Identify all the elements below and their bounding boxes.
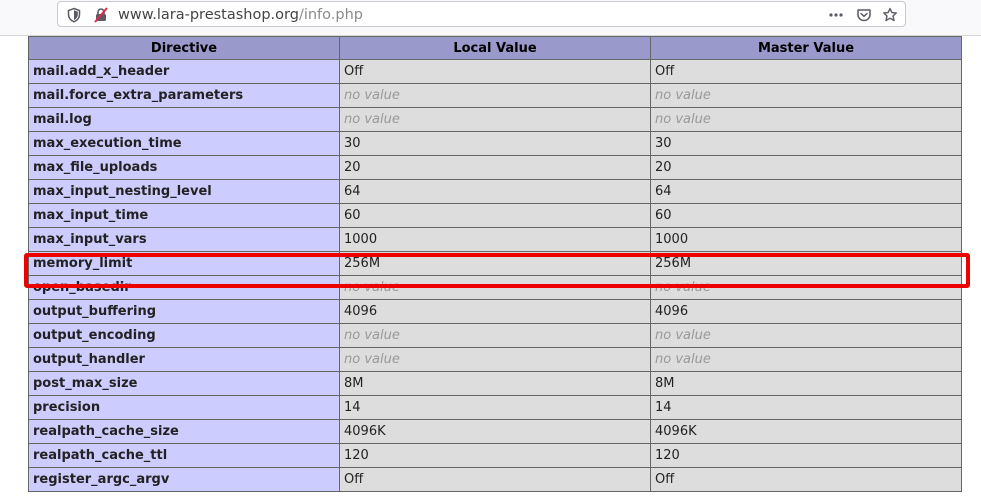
- directive-cell: output_handler: [28, 347, 340, 372]
- local-value-cell: 120: [339, 443, 651, 468]
- local-value-cell: 256M: [339, 251, 651, 276]
- header-master-value: Master Value: [650, 36, 962, 60]
- master-value-cell: 120: [650, 443, 962, 468]
- page-content: Directive Local Value Master Value mail.…: [0, 36, 981, 501]
- master-value-cell: 64: [650, 179, 962, 204]
- local-value-cell: no value: [339, 275, 651, 300]
- browser-toolbar: www.lara-prestashop.org/info.php: [0, 0, 981, 36]
- master-value-cell: no value: [650, 323, 962, 348]
- url-path: /info.php: [298, 7, 363, 23]
- directive-cell: open_basedir: [28, 275, 340, 300]
- directive-cell: mail.log: [28, 107, 340, 132]
- table-row: open_basedir no value no value: [28, 275, 962, 300]
- table-row: max_input_nesting_level 64 64: [28, 179, 962, 204]
- url-text[interactable]: www.lara-prestashop.org/info.php: [118, 6, 363, 24]
- directive-cell: mail.force_extra_parameters: [28, 83, 340, 108]
- directive-cell: max_execution_time: [28, 131, 340, 156]
- table-row: mail.add_x_header Off Off: [28, 59, 962, 84]
- master-value-cell: no value: [650, 107, 962, 132]
- table-row: output_encoding no value no value: [28, 323, 962, 348]
- directive-cell: register_argc_argv: [28, 467, 340, 492]
- table-row: register_argc_argv Off Off: [28, 467, 962, 492]
- directive-cell: post_max_size: [28, 371, 340, 396]
- table-row: max_file_uploads 20 20: [28, 155, 962, 180]
- table-row: output_buffering 4096 4096: [28, 299, 962, 324]
- master-value-cell: 8M: [650, 371, 962, 396]
- directive-cell: realpath_cache_size: [28, 419, 340, 444]
- local-value-cell: 14: [339, 395, 651, 420]
- local-value-cell: 4096: [339, 299, 651, 324]
- local-value-cell: 4096K: [339, 419, 651, 444]
- insecure-connection-icon[interactable]: [93, 7, 109, 23]
- local-value-cell: no value: [339, 323, 651, 348]
- master-value-cell: no value: [650, 83, 962, 108]
- local-value-cell: 20: [339, 155, 651, 180]
- table-row: max_input_time 60 60: [28, 203, 962, 228]
- directive-cell: mail.add_x_header: [28, 59, 340, 84]
- local-value-cell: 1000: [339, 227, 651, 252]
- table-row: max_execution_time 30 30: [28, 131, 962, 156]
- master-value-cell: 60: [650, 203, 962, 228]
- master-value-cell: 1000: [650, 227, 962, 252]
- bookmark-star-icon[interactable]: [882, 7, 898, 23]
- master-value-cell: Off: [650, 59, 962, 84]
- url-host: www.lara-prestashop.org: [118, 7, 299, 23]
- directive-cell: max_file_uploads: [28, 155, 340, 180]
- pocket-icon[interactable]: [856, 7, 872, 23]
- master-value-cell: 20: [650, 155, 962, 180]
- php-info-table: Directive Local Value Master Value mail.…: [28, 36, 962, 492]
- directive-cell: max_input_nesting_level: [28, 179, 340, 204]
- table-row: realpath_cache_ttl 120 120: [28, 443, 962, 468]
- master-value-cell: 4096K: [650, 419, 962, 444]
- directive-cell: max_input_vars: [28, 227, 340, 252]
- directive-cell: max_input_time: [28, 203, 340, 228]
- table-row: realpath_cache_size 4096K 4096K: [28, 419, 962, 444]
- shield-icon[interactable]: [66, 7, 82, 23]
- table-header-row: Directive Local Value Master Value: [28, 36, 962, 60]
- local-value-cell: 8M: [339, 371, 651, 396]
- local-value-cell: 60: [339, 203, 651, 228]
- master-value-cell: 256M: [650, 251, 962, 276]
- table-row: max_input_vars 1000 1000: [28, 227, 962, 252]
- master-value-cell: 14: [650, 395, 962, 420]
- local-value-cell: no value: [339, 347, 651, 372]
- local-value-cell: 30: [339, 131, 651, 156]
- header-local-value: Local Value: [339, 36, 651, 60]
- local-value-cell: no value: [339, 83, 651, 108]
- table-row: mail.force_extra_parameters no value no va…: [28, 83, 962, 108]
- table-row: mail.log no value no value: [28, 107, 962, 132]
- table-row: output_handler no value no value: [28, 347, 962, 372]
- local-value-cell: no value: [339, 107, 651, 132]
- local-value-cell: 64: [339, 179, 651, 204]
- local-value-cell: Off: [339, 467, 651, 492]
- directive-cell: output_encoding: [28, 323, 340, 348]
- master-value-cell: no value: [650, 275, 962, 300]
- master-value-cell: Off: [650, 467, 962, 492]
- page-actions-icon[interactable]: [828, 7, 844, 23]
- table-row: precision 14 14: [28, 395, 962, 420]
- directive-cell: output_buffering: [28, 299, 340, 324]
- header-directive: Directive: [28, 36, 340, 60]
- table-row-memory-limit: memory_limit 256M 256M: [28, 251, 962, 276]
- master-value-cell: 30: [650, 131, 962, 156]
- directive-cell: realpath_cache_ttl: [28, 443, 340, 468]
- local-value-cell: Off: [339, 59, 651, 84]
- directive-cell: precision: [28, 395, 340, 420]
- directive-cell: memory_limit: [28, 251, 340, 276]
- master-value-cell: no value: [650, 347, 962, 372]
- master-value-cell: 4096: [650, 299, 962, 324]
- url-bar[interactable]: www.lara-prestashop.org/info.php: [57, 1, 906, 27]
- table-row: post_max_size 8M 8M: [28, 371, 962, 396]
